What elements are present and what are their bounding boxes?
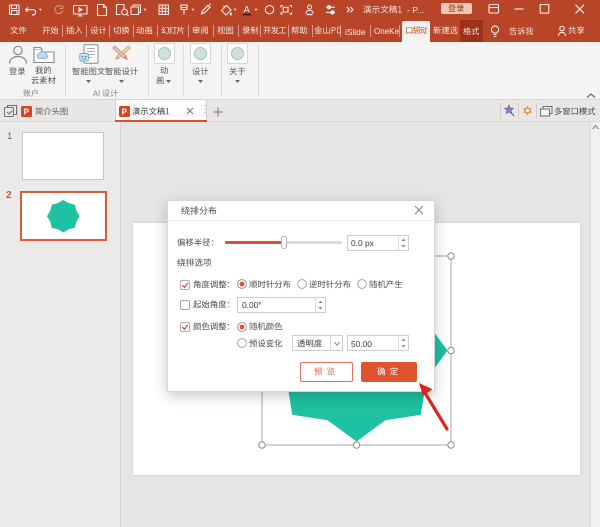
svg-text:P: P [24, 107, 30, 116]
svg-text:P: P [122, 107, 128, 116]
